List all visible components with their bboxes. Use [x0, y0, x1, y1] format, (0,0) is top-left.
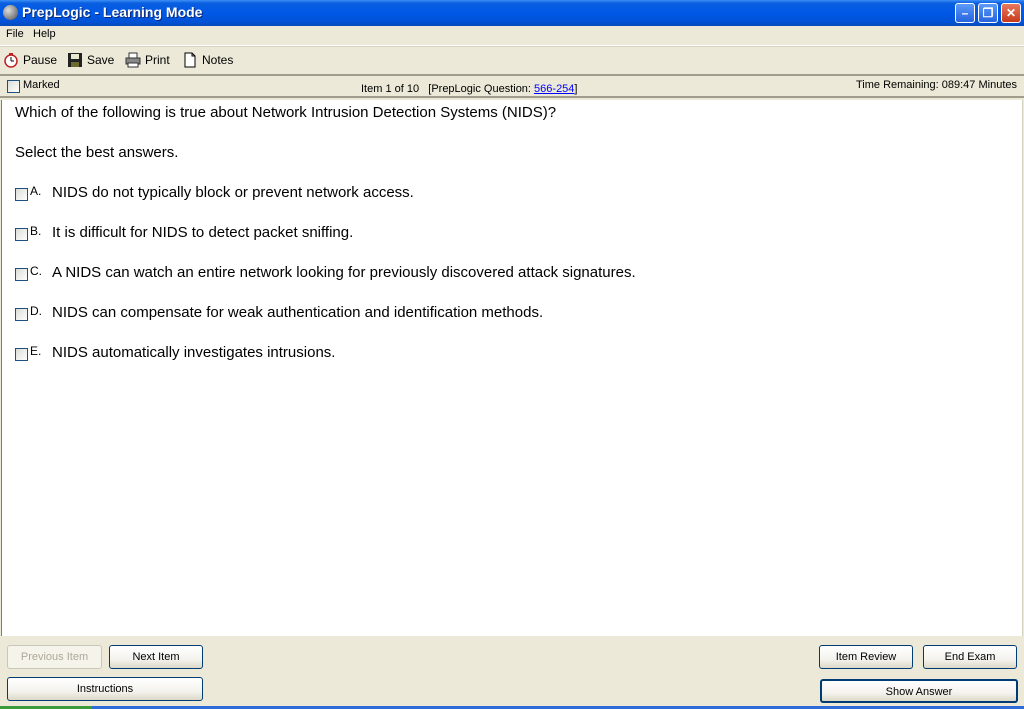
marked-checkbox[interactable]	[7, 80, 20, 93]
app-icon	[3, 5, 18, 20]
option-checkbox[interactable]	[15, 348, 28, 361]
stopwatch-icon	[4, 53, 18, 68]
show-answer-button[interactable]: Show Answer	[820, 679, 1018, 703]
printer-icon	[125, 52, 141, 68]
document-icon	[184, 52, 196, 68]
next-item-button[interactable]: Next Item	[109, 645, 203, 669]
minimize-button[interactable]: –	[955, 3, 975, 23]
info-bar: Marked Item 1 of 10 [PrepLogic Question:…	[0, 74, 1024, 98]
option-text: It is difficult for NIDS to detect packe…	[52, 224, 354, 241]
menu-file[interactable]: File	[6, 28, 24, 40]
option-text: NIDS do not typically block or prevent n…	[52, 184, 414, 201]
menu-bar: File Help	[0, 26, 1024, 46]
option-letter: C.	[30, 264, 42, 278]
question-panel: Which of the following is true about Net…	[1, 100, 1023, 636]
end-exam-button[interactable]: End Exam	[923, 645, 1017, 669]
print-button[interactable]: Print	[125, 52, 170, 68]
print-label: Print	[145, 53, 170, 67]
title-bar: PrepLogic - Learning Mode – ❐ ✕	[0, 0, 1024, 26]
option-letter: D.	[30, 304, 42, 318]
time-remaining: Time Remaining: 089:47 Minutes	[855, 79, 1017, 91]
restore-button[interactable]: ❐	[978, 3, 998, 23]
notes-button[interactable]: Notes	[182, 52, 233, 68]
question-text: Which of the following is true about Net…	[15, 104, 557, 121]
marked-label: Marked	[23, 79, 60, 91]
option-text: NIDS can compensate for weak authenticat…	[52, 304, 544, 321]
notes-label: Notes	[202, 53, 234, 67]
option-checkbox[interactable]	[15, 188, 28, 201]
answer-option-a[interactable]: A. NIDS do not typically block or preven…	[15, 184, 414, 201]
item-suffix: ]	[574, 83, 578, 95]
window-title: PrepLogic - Learning Mode	[22, 4, 203, 20]
floppy-disk-icon	[68, 53, 82, 67]
item-review-button[interactable]: Item Review	[819, 645, 913, 669]
option-checkbox[interactable]	[15, 308, 28, 321]
save-label: Save	[87, 53, 115, 67]
close-button[interactable]: ✕	[1001, 3, 1021, 23]
answer-option-b[interactable]: B. It is difficult for NIDS to detect pa…	[15, 224, 353, 241]
restore-icon: ❐	[982, 6, 994, 20]
option-checkbox[interactable]	[15, 268, 28, 281]
option-letter: A.	[30, 184, 42, 198]
answer-option-e[interactable]: E. NIDS automatically investigates intru…	[15, 344, 335, 361]
option-letter: B.	[30, 224, 42, 238]
save-button[interactable]: Save	[67, 52, 114, 68]
option-letter: E.	[30, 344, 42, 358]
answer-option-d[interactable]: D. NIDS can compensate for weak authenti…	[15, 304, 543, 321]
toolbar: Pause Save Print Notes	[0, 46, 1024, 74]
pause-button[interactable]: Pause	[3, 52, 57, 68]
answer-option-c[interactable]: C. A NIDS can watch an entire network lo…	[15, 264, 636, 281]
question-id-link[interactable]: 566-254	[534, 83, 574, 95]
option-text: A NIDS can watch an entire network looki…	[52, 264, 636, 281]
option-text: NIDS automatically investigates intrusio…	[52, 344, 336, 361]
question-instruction: Select the best answers.	[15, 144, 179, 161]
pause-label: Pause	[23, 53, 58, 67]
instructions-button[interactable]: Instructions	[7, 677, 203, 701]
item-counter: Item 1 of 10 [PrepLogic Question: 566-25…	[361, 83, 577, 95]
previous-item-button[interactable]: Previous Item	[7, 645, 102, 669]
menu-help[interactable]: Help	[33, 28, 56, 40]
item-prefix: Item 1 of 10 [PrepLogic Question:	[361, 83, 535, 95]
close-icon: ✕	[1005, 6, 1017, 20]
minimize-icon: –	[961, 6, 969, 20]
option-checkbox[interactable]	[15, 228, 28, 241]
